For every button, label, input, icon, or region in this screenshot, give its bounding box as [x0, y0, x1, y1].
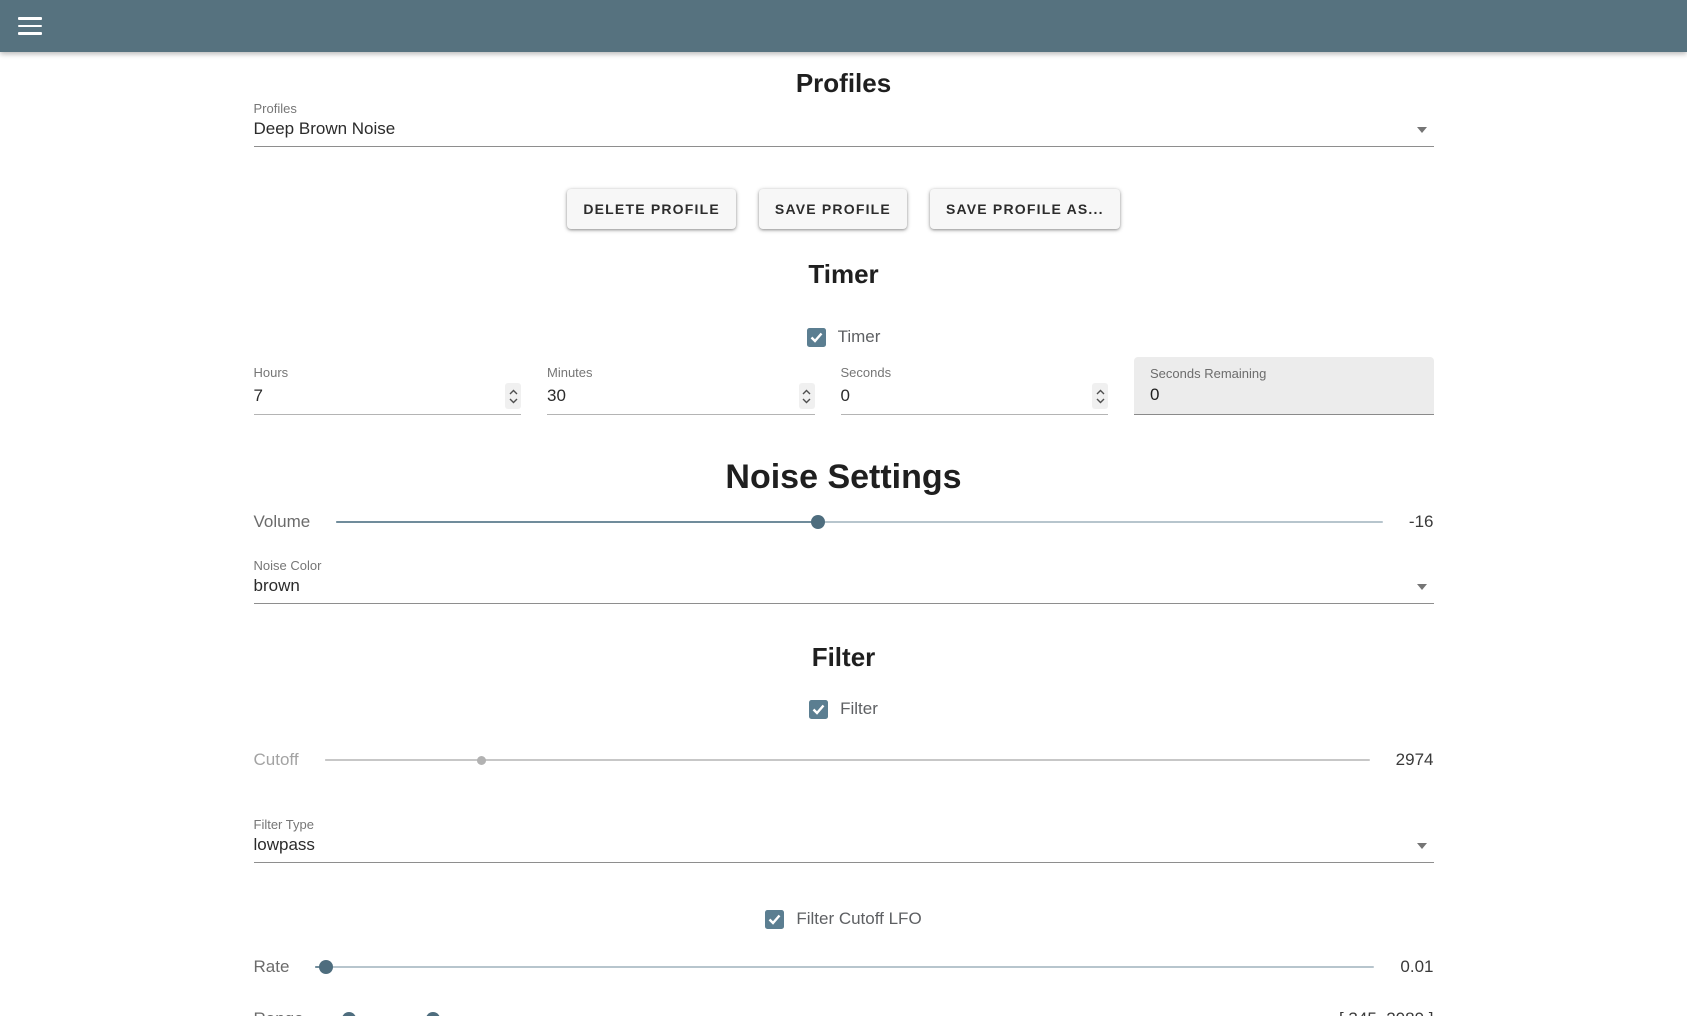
filter-type-value: lowpass	[254, 834, 1434, 856]
profile-buttons-row: DELETE PROFILE SAVE PROFILE SAVE PROFILE…	[254, 189, 1434, 229]
filter-checkbox[interactable]	[809, 700, 828, 719]
timer-checkbox-label: Timer	[838, 327, 881, 347]
profiles-select-value: Deep Brown Noise	[254, 118, 1434, 140]
volume-value: -16	[1409, 512, 1434, 532]
dropdown-caret-icon	[1417, 584, 1427, 590]
rate-slider-row: Rate 0.01	[254, 952, 1434, 982]
hours-label: Hours	[254, 365, 522, 381]
range-label: Range	[254, 1009, 304, 1016]
filter-checkbox-label: Filter	[840, 699, 878, 719]
chevron-down-icon	[802, 398, 811, 404]
noise-color-value: brown	[254, 575, 1434, 597]
dropdown-caret-icon	[1417, 127, 1427, 133]
rate-label: Rate	[254, 957, 290, 977]
filter-cutoff-lfo-checkbox-label: Filter Cutoff LFO	[796, 909, 921, 929]
hours-stepper[interactable]	[505, 383, 521, 409]
range-slider[interactable]	[330, 1004, 1313, 1016]
chevron-down-icon	[1096, 398, 1105, 404]
cutoff-slider-row: Cutoff 2974	[254, 745, 1434, 775]
filter-type-label: Filter Type	[254, 817, 1434, 833]
filter-cutoff-lfo-checkbox-row: Filter Cutoff LFO	[254, 909, 1434, 929]
profiles-select-label: Profiles	[254, 101, 1434, 117]
hours-input[interactable]: 7	[254, 384, 506, 408]
save-profile-button[interactable]: SAVE PROFILE	[759, 189, 907, 229]
cutoff-value: 2974	[1396, 750, 1434, 770]
menu-icon[interactable]	[18, 17, 42, 35]
seconds-field[interactable]: Seconds 0	[841, 365, 1109, 415]
rate-value: 0.01	[1400, 957, 1433, 977]
timer-inputs-row: Hours 7 Minutes 30 Seconds 0	[254, 357, 1434, 415]
volume-slider-thumb[interactable]	[811, 515, 825, 529]
seconds-stepper[interactable]	[1092, 383, 1108, 409]
seconds-input[interactable]: 0	[841, 384, 1093, 408]
seconds-remaining-label: Seconds Remaining	[1150, 366, 1418, 382]
save-profile-as-button[interactable]: SAVE PROFILE AS...	[930, 189, 1120, 229]
chevron-up-icon	[1096, 389, 1105, 395]
check-icon	[810, 332, 823, 343]
filter-checkbox-row: Filter	[254, 699, 1434, 719]
cutoff-slider	[325, 745, 1370, 775]
filter-heading: Filter	[254, 642, 1434, 673]
dropdown-caret-icon	[1417, 843, 1427, 849]
noise-settings-heading: Noise Settings	[254, 457, 1434, 497]
minutes-field[interactable]: Minutes 30	[547, 365, 815, 415]
timer-heading: Timer	[254, 259, 1434, 290]
cutoff-slider-thumb	[477, 756, 486, 765]
timer-checkbox-row: Timer	[254, 327, 1434, 347]
volume-slider[interactable]	[336, 507, 1383, 537]
minutes-stepper[interactable]	[799, 383, 815, 409]
noise-color-label: Noise Color	[254, 558, 1434, 574]
cutoff-label: Cutoff	[254, 750, 299, 770]
seconds-label: Seconds	[841, 365, 1109, 381]
seconds-remaining-field: Seconds Remaining 0	[1134, 357, 1434, 415]
profiles-select[interactable]: Profiles Deep Brown Noise	[254, 101, 1434, 147]
minutes-label: Minutes	[547, 365, 815, 381]
range-slider-row: Range [ 345, 2089 ]	[254, 1004, 1434, 1016]
timer-checkbox[interactable]	[807, 328, 826, 347]
range-slider-thumb-low[interactable]	[342, 1012, 356, 1016]
rate-slider-thumb[interactable]	[319, 960, 333, 974]
range-slider-thumb-high[interactable]	[426, 1012, 440, 1016]
range-value: [ 345, 2089 ]	[1339, 1009, 1434, 1016]
volume-label: Volume	[254, 512, 311, 532]
profiles-heading: Profiles	[254, 68, 1434, 99]
check-icon	[812, 704, 825, 715]
check-icon	[768, 914, 781, 925]
chevron-down-icon	[509, 398, 518, 404]
app-bar	[0, 0, 1687, 52]
chevron-up-icon	[802, 389, 811, 395]
chevron-up-icon	[509, 389, 518, 395]
filter-cutoff-lfo-checkbox[interactable]	[765, 910, 784, 929]
minutes-input[interactable]: 30	[547, 384, 799, 408]
seconds-remaining-value: 0	[1150, 383, 1418, 406]
filter-type-select[interactable]: Filter Type lowpass	[254, 817, 1434, 863]
rate-slider[interactable]	[315, 952, 1374, 982]
delete-profile-button[interactable]: DELETE PROFILE	[567, 189, 736, 229]
main-content: Profiles Profiles Deep Brown Noise DELET…	[254, 68, 1434, 1016]
volume-slider-row: Volume -16	[254, 507, 1434, 537]
hours-field[interactable]: Hours 7	[254, 365, 522, 415]
noise-color-select[interactable]: Noise Color brown	[254, 558, 1434, 604]
